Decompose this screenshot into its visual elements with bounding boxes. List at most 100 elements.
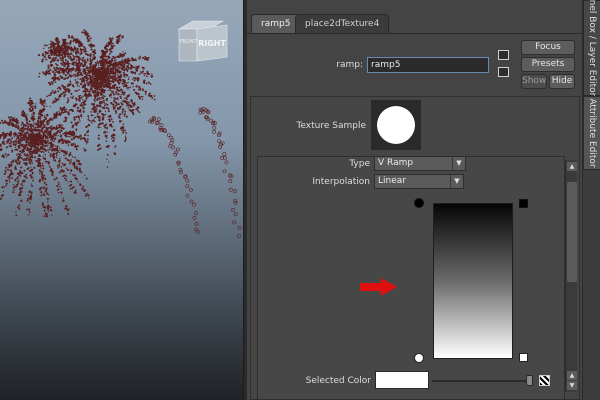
- particle: [106, 68, 108, 71]
- selected-color-slider[interactable]: [432, 380, 530, 382]
- particle: [83, 61, 86, 64]
- particle: [96, 60, 99, 63]
- particle: [38, 139, 41, 142]
- particle: [22, 123, 25, 126]
- particle: [126, 105, 128, 107]
- particle: [75, 165, 78, 169]
- particle: [231, 207, 235, 212]
- hide-button[interactable]: Hide: [549, 74, 575, 89]
- particle: [104, 58, 106, 61]
- slider-handle[interactable]: [526, 375, 533, 386]
- selected-color-swatch[interactable]: [375, 371, 429, 389]
- particle: [84, 194, 87, 197]
- select-node-icon[interactable]: [498, 50, 509, 60]
- particle: [40, 150, 43, 153]
- view-cube[interactable]: RIGHT FRONT: [175, 15, 235, 65]
- particle: [90, 111, 93, 113]
- particle: [98, 110, 101, 113]
- particle: [89, 40, 91, 42]
- particle: [63, 91, 66, 94]
- particle: [15, 160, 18, 163]
- particle: [118, 72, 121, 74]
- ramp-delete-handle-bottom[interactable]: [519, 353, 528, 362]
- particle: [46, 137, 48, 140]
- particle: [52, 76, 54, 78]
- show-button[interactable]: Show: [521, 74, 547, 89]
- tab-ramp5[interactable]: ramp5: [251, 14, 301, 33]
- ramp-position-handle-top[interactable]: [414, 198, 424, 208]
- particle: [66, 88, 69, 91]
- interpolation-dropdown[interactable]: Linear ▼: [374, 174, 464, 189]
- particle: [100, 64, 103, 67]
- particle: [45, 70, 48, 72]
- particle: [71, 58, 74, 61]
- type-dropdown[interactable]: V Ramp ▼: [374, 156, 466, 171]
- particle: [21, 138, 24, 141]
- particle: [34, 128, 37, 130]
- particle: [59, 165, 61, 168]
- particle: [185, 178, 190, 183]
- particle: [109, 80, 112, 83]
- particle: [80, 49, 82, 52]
- type-label: Type: [349, 159, 370, 169]
- particle: [25, 159, 27, 161]
- node-name-field[interactable]: ramp5: [367, 57, 489, 73]
- particle: [74, 90, 77, 92]
- scrollbar-thumb[interactable]: [567, 182, 577, 282]
- particle: [6, 142, 8, 144]
- particle: [7, 176, 11, 179]
- ramp-gradient[interactable]: [433, 203, 513, 359]
- particle: [12, 144, 14, 146]
- particle: [59, 94, 62, 98]
- particle: [21, 187, 24, 190]
- tab-channel-box-layer-editor[interactable]: nel Box / Layer Editor: [583, 0, 600, 96]
- particle: [49, 130, 52, 133]
- tab-attribute-editor[interactable]: Attribute Editor: [583, 96, 600, 170]
- particle: [19, 187, 22, 190]
- particle: [91, 68, 94, 71]
- texture-sample-swatch[interactable]: [371, 100, 421, 150]
- scroll-up-icon[interactable]: ▲: [567, 162, 577, 171]
- ramp-position-handle-bottom[interactable]: [414, 353, 424, 363]
- checker-map-icon[interactable]: [539, 375, 550, 386]
- particle: [29, 138, 31, 140]
- ramp-delete-handle-top[interactable]: [519, 199, 528, 208]
- particle: [111, 69, 114, 72]
- scroll-down-icon[interactable]: ▼: [567, 381, 577, 390]
- particle: [116, 35, 119, 39]
- texture-sample-label: Texture Sample: [296, 121, 366, 131]
- particle: [67, 57, 70, 59]
- particle: [43, 188, 45, 190]
- particle: [21, 143, 24, 146]
- particle: [74, 145, 77, 148]
- particle: [29, 97, 32, 100]
- tab-place2dtexture4[interactable]: place2dTexture4: [295, 14, 390, 33]
- particle: [133, 66, 136, 69]
- particle: [43, 104, 45, 107]
- particle: [130, 110, 133, 113]
- particle: [63, 154, 65, 157]
- particle: [46, 122, 50, 126]
- particle: [103, 116, 105, 118]
- particle: [21, 149, 24, 152]
- particle: [106, 58, 109, 61]
- particle: [141, 98, 144, 101]
- scroll-up-small-icon[interactable]: ▲: [567, 371, 577, 380]
- load-node-icon[interactable]: [498, 67, 509, 77]
- particle: [56, 145, 59, 148]
- particle: [59, 69, 61, 72]
- presets-button[interactable]: Presets: [521, 57, 575, 72]
- particle: [36, 133, 39, 136]
- particle: [122, 132, 124, 134]
- particle: [60, 169, 62, 172]
- attribute-scrollbar[interactable]: ▲ ▲ ▼: [565, 160, 577, 392]
- particle: [33, 123, 35, 125]
- particle: [110, 96, 112, 99]
- particle: [43, 157, 46, 160]
- particle: [33, 121, 35, 124]
- 3d-viewport[interactable]: RIGHT FRONT: [0, 0, 243, 400]
- particle: [79, 78, 82, 81]
- focus-button[interactable]: Focus: [521, 40, 575, 55]
- particle: [7, 139, 10, 142]
- particle: [124, 58, 127, 61]
